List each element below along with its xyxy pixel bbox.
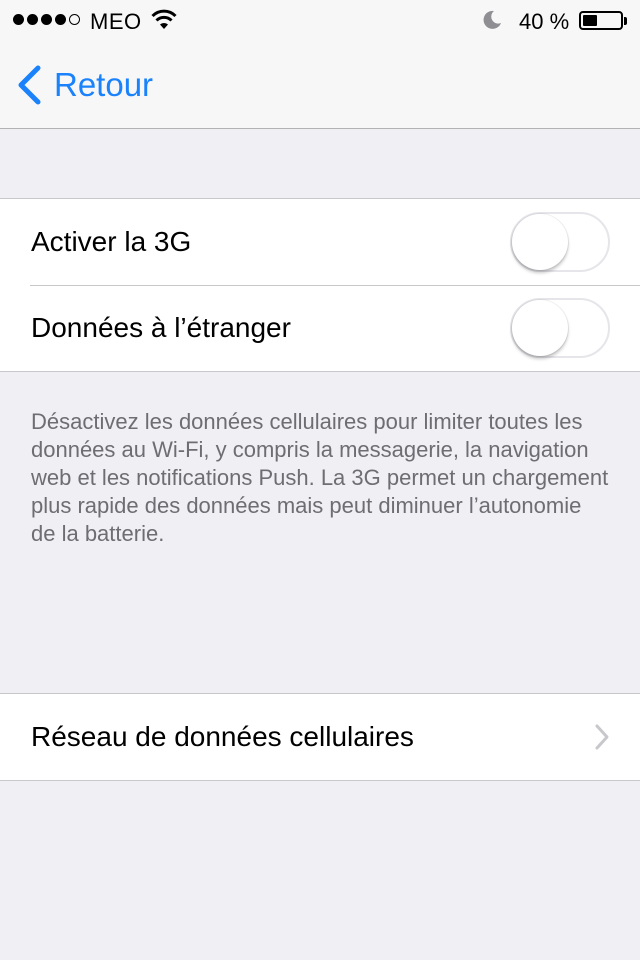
signal-strength-icon <box>13 14 80 25</box>
toggle-3g-switch[interactable] <box>510 212 610 272</box>
toggle-knob <box>512 300 568 356</box>
toggle-label-roaming: Données à l’étranger <box>31 312 291 343</box>
cellular-data-network-row[interactable]: Réseau de données cellulaires <box>0 694 640 780</box>
toggle-row-roaming: Données à l’étranger <box>0 285 640 371</box>
battery-level <box>583 15 597 26</box>
toggle-knob <box>512 214 568 270</box>
cellular-data-footer-note: Désactivez les données cellulaires pour … <box>31 409 609 546</box>
status-bar: MEO 40 % <box>0 0 640 40</box>
battery-percentage: 40 % <box>519 9 570 34</box>
cellular-options-group: Activer la 3G Données à l’étranger <box>0 198 640 372</box>
toggle-label-3g: Activer la 3G <box>31 226 192 257</box>
signal-dot <box>69 14 80 25</box>
chevron-left-icon <box>18 65 41 105</box>
network-group: Réseau de données cellulaires <box>0 693 640 781</box>
do-not-disturb-moon-icon <box>483 10 501 29</box>
back-button[interactable]: Retour <box>14 64 153 106</box>
chevron-right-icon <box>595 724 609 750</box>
signal-dot <box>41 14 52 25</box>
wifi-icon <box>151 9 177 29</box>
carrier-name: MEO <box>90 9 142 34</box>
back-button-label: Retour <box>54 66 154 103</box>
cellular-data-network-label: Réseau de données cellulaires <box>31 721 414 752</box>
signal-dot <box>55 14 66 25</box>
navigation-bar: Retour <box>0 40 640 129</box>
toggle-row-3g: Activer la 3G <box>0 199 640 285</box>
battery-tip <box>624 17 627 25</box>
signal-dot <box>13 14 24 25</box>
battery-icon <box>579 11 623 30</box>
signal-dot <box>27 14 38 25</box>
toggle-roaming-switch[interactable] <box>510 298 610 358</box>
